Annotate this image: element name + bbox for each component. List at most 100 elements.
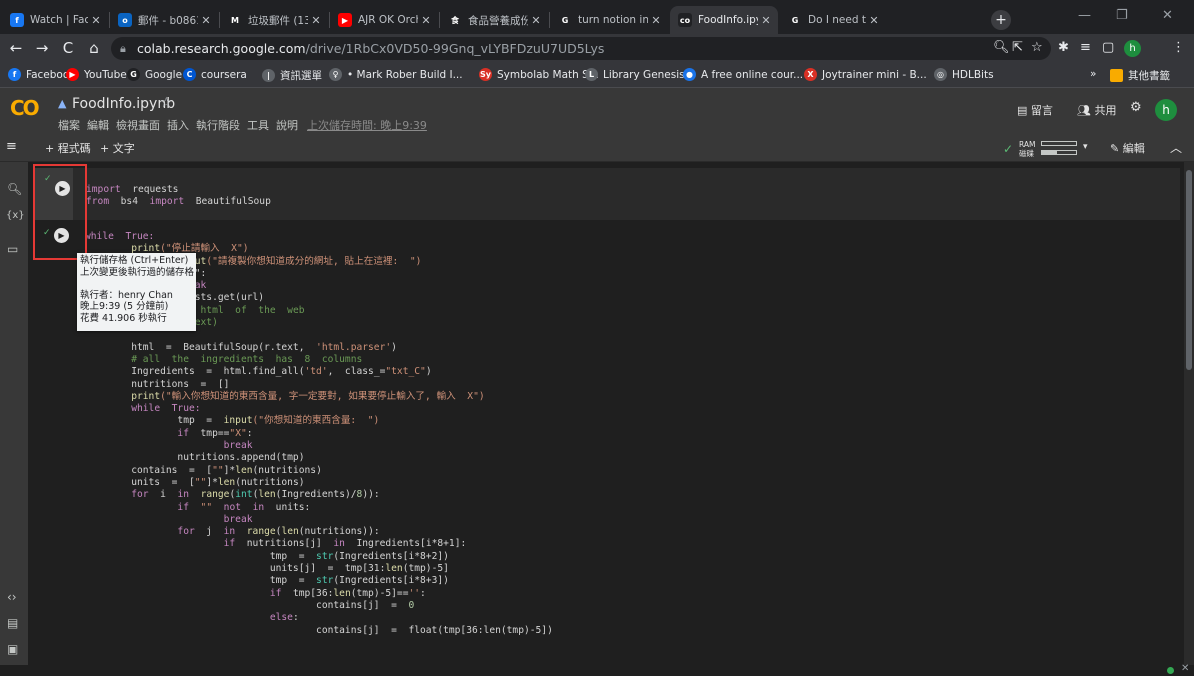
facebook-icon: f bbox=[10, 13, 24, 27]
status-close-icon[interactable]: ✕ bbox=[1181, 663, 1189, 674]
command-palette-icon[interactable]: ▤ bbox=[7, 616, 18, 630]
zoom-icon[interactable]: 🔍︎ bbox=[993, 40, 1010, 55]
comment-button[interactable]: ▤ 留言 bbox=[1017, 102, 1053, 118]
close-window-icon[interactable]: ✕ bbox=[1162, 8, 1173, 23]
back-icon[interactable]: ← bbox=[6, 39, 26, 57]
menu-edit[interactable]: 編輯 bbox=[87, 119, 109, 132]
bookmark-item[interactable]: ◎ HDLBits bbox=[934, 68, 994, 81]
close-tab-icon[interactable]: ✕ bbox=[648, 14, 664, 27]
menu-view[interactable]: 檢視畫面 bbox=[116, 119, 160, 132]
bookmark-item[interactable]: Sy Symbolab Math S... bbox=[479, 68, 599, 81]
close-tab-icon[interactable]: ✕ bbox=[528, 14, 544, 27]
browser-tab[interactable]: G Do I need to inst✕ bbox=[780, 6, 886, 34]
close-tab-icon[interactable]: ✕ bbox=[198, 14, 214, 27]
runtime-dropdown-icon[interactable]: ▾ bbox=[1083, 142, 1088, 152]
bookmark-item[interactable]: Ccoursera bbox=[183, 68, 247, 81]
terminal-icon[interactable]: ▣ bbox=[7, 642, 18, 656]
bookmark-label: YouTube bbox=[84, 68, 127, 81]
browser-tab[interactable]: o 郵件 - b0861104✕ bbox=[110, 6, 218, 34]
browser-tab[interactable]: f Watch | Faceboo✕ bbox=[2, 6, 108, 34]
browser-tab[interactable]: M 垃圾郵件 (13) - h✕ bbox=[220, 6, 328, 34]
code-token: "" bbox=[212, 464, 224, 476]
menu-tools[interactable]: 工具 bbox=[247, 119, 269, 132]
close-tab-icon[interactable]: ✕ bbox=[88, 14, 104, 27]
bookmarks-overflow-button[interactable]: » bbox=[1090, 68, 1096, 80]
profile-avatar[interactable]: h bbox=[1124, 40, 1141, 57]
cell-code[interactable]: import requests from bs4 import Beautiful… bbox=[86, 184, 271, 209]
browser-tab[interactable]: co FoodInfo.ipynb✕ bbox=[670, 6, 778, 34]
account-avatar[interactable]: h bbox=[1155, 99, 1177, 121]
menu-file[interactable]: 檔案 bbox=[58, 119, 80, 132]
bookmark-star-icon[interactable]: ☆ bbox=[1031, 40, 1043, 55]
menu-hamburger-icon[interactable]: ≡ bbox=[6, 139, 17, 154]
bookmark-item[interactable]: X Joytrainer mini - B... bbox=[804, 68, 927, 81]
code-token: if bbox=[177, 501, 189, 513]
extensions-icon[interactable]: ✱ bbox=[1058, 40, 1069, 55]
maximize-icon[interactable]: ❐ bbox=[1116, 8, 1128, 23]
minimize-icon[interactable]: — bbox=[1078, 8, 1091, 23]
browser-menu-icon[interactable]: ⋮ bbox=[1172, 40, 1185, 55]
drive-icon[interactable]: ▲ bbox=[58, 97, 66, 110]
colab-logo[interactable]: CO bbox=[10, 96, 40, 120]
tooltip-line: 執行者：henry Chan bbox=[80, 289, 173, 301]
close-tab-icon[interactable]: ✕ bbox=[758, 14, 774, 27]
close-tab-icon[interactable]: ✕ bbox=[308, 14, 324, 27]
google-icon: G bbox=[558, 13, 572, 27]
variables-icon[interactable]: {x} bbox=[6, 210, 25, 221]
address-bar[interactable]: 🔒︎ colab.research.google.com/drive/1RbCx0… bbox=[111, 37, 1051, 60]
disk-bar-fill bbox=[1042, 151, 1058, 154]
connection-status-icon[interactable] bbox=[1167, 667, 1174, 674]
side-panel-icon[interactable]: ▢ bbox=[1102, 40, 1114, 55]
menu-runtime[interactable]: 執行階段 bbox=[196, 119, 240, 132]
status-bar: ✕ bbox=[0, 663, 1194, 676]
share-page-icon[interactable]: ⇱ bbox=[1012, 40, 1023, 55]
bookmark-item[interactable]: ● A free online cour... bbox=[683, 68, 803, 81]
last-saved-link[interactable]: 上次儲存時間: 晚上9:39 bbox=[307, 119, 427, 132]
files-folder-icon[interactable]: ▭ bbox=[7, 242, 18, 256]
code-token: i bbox=[148, 489, 178, 501]
menu-help[interactable]: 說明 bbox=[276, 119, 298, 132]
browser-tab[interactable]: ▶ AJR OK Orch ✕ bbox=[330, 6, 438, 34]
resource-monitor[interactable]: ✓ RAM 磁碟 ▾ bbox=[1003, 138, 1093, 160]
youtube-icon: ▶ bbox=[338, 13, 352, 27]
bookmark-favicon-icon: C bbox=[183, 68, 196, 81]
code-line: nutritions.append(tmp) bbox=[85, 452, 553, 464]
forward-icon[interactable]: → bbox=[32, 39, 52, 57]
close-tab-icon[interactable]: ✕ bbox=[866, 14, 882, 27]
bookmark-item[interactable]: ▶ YouTube bbox=[66, 68, 127, 81]
home-icon[interactable]: ⌂ bbox=[84, 39, 104, 57]
code-cell-main[interactable]: ✓ ▶ while True: print("停止請輸入 X") url = i… bbox=[34, 224, 1180, 665]
menu-insert[interactable]: 插入 bbox=[167, 119, 189, 132]
browser-tab[interactable]: 食食品營養成份資料✕ bbox=[440, 6, 548, 34]
add-text-button[interactable]: + 文字 bbox=[100, 140, 135, 156]
reading-list-icon[interactable]: ≡ bbox=[1080, 40, 1091, 55]
edit-mode-button[interactable]: ✎ 編輯 bbox=[1110, 140, 1145, 156]
close-tab-icon[interactable]: ✕ bbox=[418, 14, 434, 27]
code-token: import bbox=[149, 196, 185, 208]
reload-icon[interactable]: C bbox=[58, 39, 78, 57]
code-snippets-icon[interactable]: ‹› bbox=[7, 590, 17, 604]
code-token: break bbox=[223, 513, 253, 525]
collapse-header-icon[interactable]: ︿ bbox=[1170, 139, 1182, 156]
add-code-button[interactable]: + 程式碼 bbox=[45, 140, 91, 156]
connected-check-icon: ✓ bbox=[1003, 142, 1014, 156]
notebook-scrollbar[interactable] bbox=[1184, 162, 1194, 665]
settings-gear-icon[interactable]: ⚙ bbox=[1130, 100, 1142, 115]
scroll-thumb[interactable] bbox=[1186, 170, 1192, 370]
code-cell-imports[interactable]: ✓ ▶ import requests from bs4 import Beaut… bbox=[34, 168, 1180, 220]
bookmark-item[interactable]: ♀ • Mark Rober Build I... bbox=[329, 68, 463, 81]
pencil-icon: ✎ bbox=[1110, 142, 1123, 155]
bookmark-item[interactable]: G Google bbox=[127, 68, 182, 81]
browser-tab[interactable]: Gturn notion into✕ bbox=[550, 6, 668, 34]
search-icon[interactable]: 🔍︎ bbox=[7, 182, 22, 196]
code-token: 'td' bbox=[304, 366, 328, 378]
new-tab-button[interactable]: + bbox=[991, 10, 1011, 30]
other-bookmarks-folder[interactable]: 其他書籤 bbox=[1110, 68, 1170, 83]
star-icon[interactable]: ☆ bbox=[160, 95, 173, 111]
share-button[interactable]: 👥︎ 共用 bbox=[1077, 102, 1116, 118]
bookmark-item[interactable]: | 資訊選單 bbox=[262, 68, 322, 83]
bookmark-item[interactable]: L Library Genesis bbox=[585, 68, 685, 81]
